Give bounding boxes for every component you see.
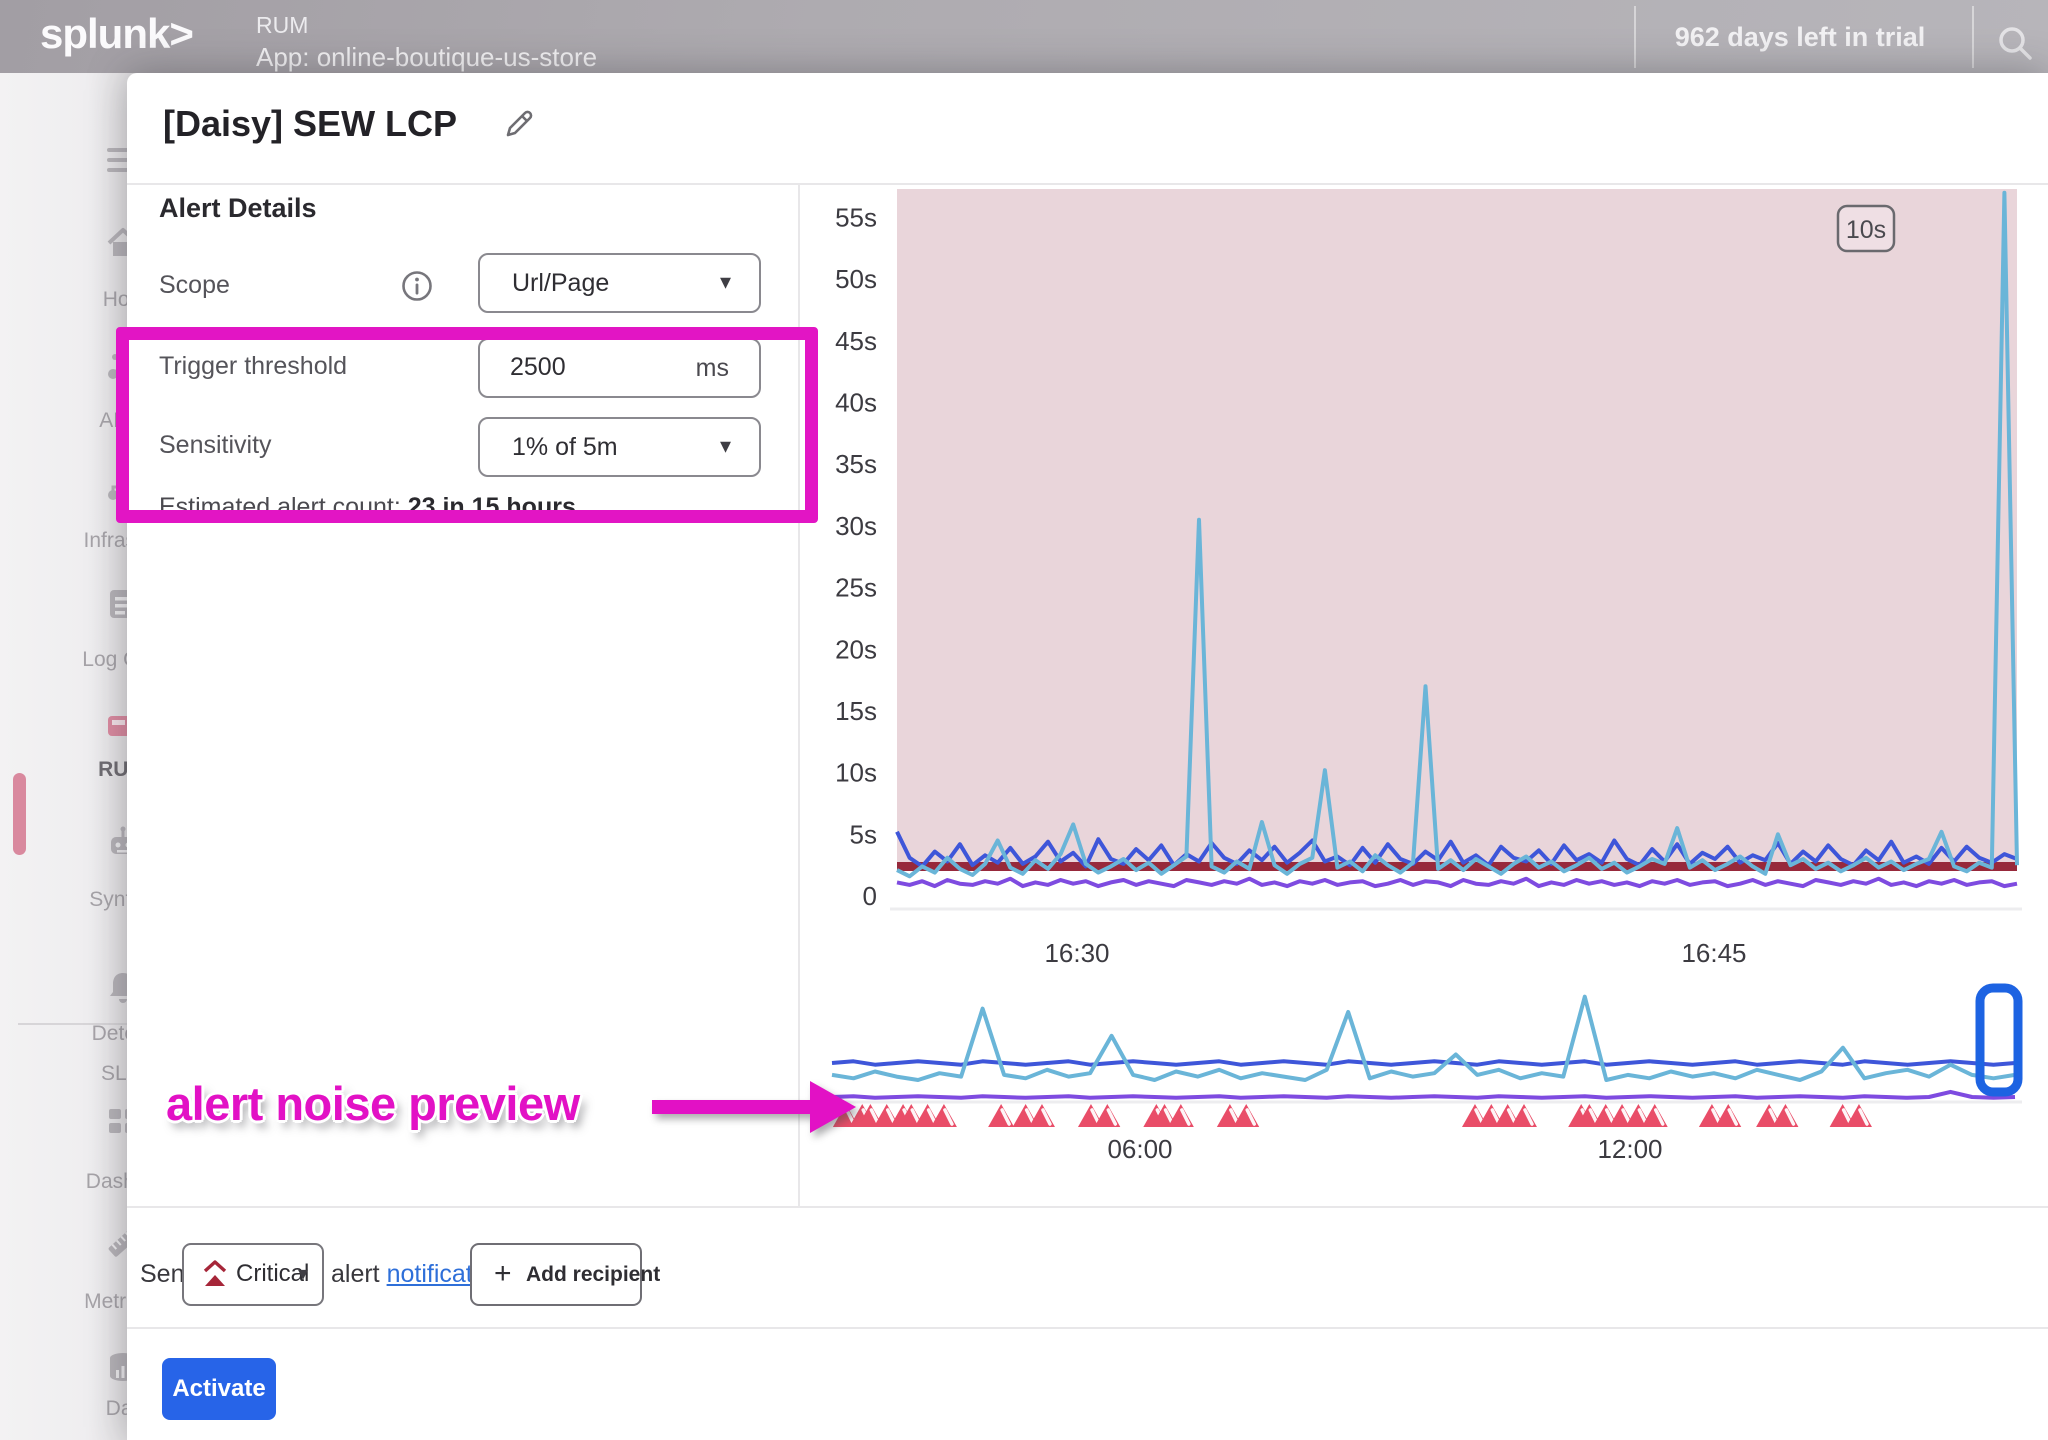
- add-recipient-button[interactable]: + Add recipient: [470, 1243, 642, 1306]
- chevron-down-icon: ▾: [720, 433, 731, 459]
- chevron-down-icon: ▾: [720, 269, 731, 295]
- topbar-divider: [1634, 6, 1636, 68]
- top-bar: splunk> RUM App: online-boutique-us-stor…: [0, 0, 2048, 73]
- chevron-down-icon: ▾: [298, 1261, 308, 1286]
- alert-details-heading: Alert Details: [159, 193, 317, 224]
- critical-severity-icon: [202, 1260, 228, 1295]
- trial-countdown: 962 days left in trial: [1650, 22, 1950, 53]
- splunk-logo: splunk>: [40, 10, 193, 58]
- plus-icon: +: [494, 1257, 512, 1291]
- scope-dropdown[interactable]: Url/Page ▾: [478, 253, 761, 313]
- sensitivity-dropdown-value: 1% of 5m: [512, 433, 618, 462]
- breadcrumb-app: App: online-boutique-us-store: [256, 42, 597, 73]
- add-recipient-label: Add recipient: [526, 1263, 660, 1287]
- sensitivity-label: Sensitivity: [159, 431, 272, 460]
- scope-label: Scope: [159, 271, 230, 300]
- sensitivity-dropdown[interactable]: 1% of 5m ▾: [478, 417, 761, 477]
- scope-dropdown-value: Url/Page: [512, 269, 609, 298]
- page-title: [Daisy] SEW LCP: [163, 103, 457, 145]
- edit-title-pencil-icon[interactable]: [502, 107, 536, 146]
- alert-config-modal: [Daisy] SEW LCP Alert Details Scope Url/…: [127, 73, 2048, 1440]
- severity-dropdown[interactable]: Critical ▾: [182, 1243, 324, 1306]
- estimate-value: 23 in 15 hours.: [408, 493, 583, 521]
- trigger-threshold-field: ms: [478, 338, 761, 398]
- trigger-threshold-label: Trigger threshold: [159, 352, 347, 381]
- footer-divider: [127, 1206, 2048, 1208]
- estimate-prefix: Estimated alert count:: [159, 493, 408, 521]
- title-divider: [127, 183, 2048, 185]
- activate-divider: [127, 1327, 2048, 1329]
- breadcrumb-section: RUM: [256, 12, 308, 39]
- annotation-label: alert noise preview: [166, 1076, 580, 1131]
- search-icon[interactable]: [1996, 24, 2036, 69]
- panel-divider: [798, 183, 800, 1206]
- info-icon[interactable]: [401, 270, 433, 307]
- estimated-alert-count: Estimated alert count: 23 in 15 hours.: [159, 493, 583, 522]
- alert-text: alert: [331, 1260, 380, 1288]
- trigger-threshold-unit: ms: [696, 354, 729, 383]
- topbar-divider: [1972, 6, 1974, 68]
- activate-button[interactable]: Activate: [162, 1358, 276, 1420]
- trigger-threshold-input[interactable]: [508, 352, 662, 383]
- active-item-indicator: [13, 773, 26, 855]
